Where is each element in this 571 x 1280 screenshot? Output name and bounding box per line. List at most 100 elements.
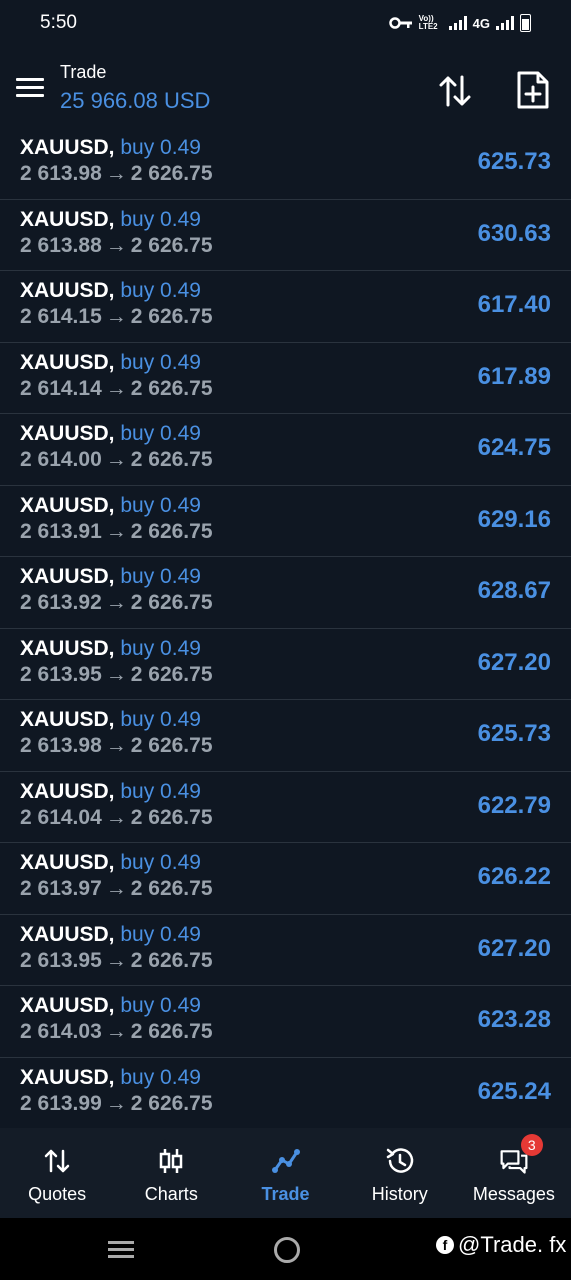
position-profit: 625.73 <box>477 720 551 747</box>
sort-icon[interactable] <box>436 72 474 110</box>
position-row[interactable]: XAUUSD, buy 0.49 2 613.97 → 2 626.75 626.22 <box>0 843 571 915</box>
arrow-right-icon: → <box>105 948 127 972</box>
position-row[interactable]: XAUUSD, buy 0.49 2 614.14 → 2 626.75 617.89 <box>0 343 571 414</box>
position-row[interactable]: XAUUSD, buy 0.49 2 614.00 → 2 626.75 624.75 <box>0 414 571 486</box>
nav-trade[interactable]: Trade <box>228 1128 342 1218</box>
arrow-right-icon: → <box>105 591 127 614</box>
position-title: XAUUSD, buy 0.49 <box>20 422 201 446</box>
position-side: buy 0.49 <box>120 565 201 588</box>
position-row[interactable]: XAUUSD, buy 0.49 2 613.95 → 2 626.75 627.20 <box>0 915 571 986</box>
open-price: 2 613.88 <box>20 233 102 257</box>
position-side: buy 0.49 <box>120 851 201 874</box>
messages-badge: 3 <box>520 1134 543 1156</box>
position-symbol: XAUUSD, <box>20 636 115 660</box>
current-price: 2 626.75 <box>130 305 213 328</box>
position-row[interactable]: XAUUSD, buy 0.49 2 614.03 → 2 626.75 623.28 <box>0 986 571 1058</box>
nav-quotes-label: Quotes <box>28 1184 87 1204</box>
position-prices: 2 614.15 → 2 626.75 <box>20 305 213 329</box>
system-nav-bar: f @Trade. fx <box>0 1218 571 1280</box>
signal-2-icon <box>496 16 514 30</box>
arrow-right-icon: → <box>105 519 127 543</box>
open-price: 2 613.95 <box>20 948 102 972</box>
position-title: XAUUSD, buy 0.49 <box>20 136 201 160</box>
position-title: XAUUSD, buy 0.49 <box>20 208 201 232</box>
position-profit: 622.79 <box>477 791 551 819</box>
position-title: XAUUSD, buy 0.49 <box>20 851 201 875</box>
open-price: 2 614.15 <box>20 305 102 328</box>
status-icons: Vo)) LTE2 4G <box>388 14 531 32</box>
facebook-icon: f <box>436 1236 454 1254</box>
position-prices: 2 613.92 → 2 626.75 <box>20 591 213 615</box>
nav-messages[interactable]: 3 Messages <box>457 1128 571 1218</box>
arrow-right-icon: → <box>105 662 127 686</box>
position-side: buy 0.49 <box>120 136 201 159</box>
open-price: 2 614.00 <box>20 448 102 471</box>
position-profit: 630.63 <box>477 219 551 247</box>
position-row[interactable]: XAUUSD, buy 0.49 2 613.95 → 2 626.75 627.20 <box>0 629 571 700</box>
position-symbol: XAUUSD, <box>20 493 115 517</box>
position-title: XAUUSD, buy 0.49 <box>20 923 201 947</box>
position-row[interactable]: XAUUSD, buy 0.49 2 613.99 → 2 626.75 625.24 <box>0 1058 571 1129</box>
home-icon[interactable] <box>274 1237 300 1263</box>
arrow-right-icon: → <box>105 162 127 185</box>
nav-trade-label: Trade <box>261 1184 310 1204</box>
position-prices: 2 613.98 → 2 626.75 <box>20 734 213 758</box>
position-symbol: XAUUSD, <box>20 708 115 731</box>
position-profit: 628.67 <box>477 577 551 604</box>
position-profit: 623.28 <box>477 1006 551 1033</box>
position-side: buy 0.49 <box>120 1065 201 1089</box>
position-prices: 2 613.95 → 2 626.75 <box>20 949 213 973</box>
open-price: 2 613.91 <box>20 519 102 543</box>
position-row[interactable]: XAUUSD, buy 0.49 2 613.92 → 2 626.75 628.67 <box>0 557 571 629</box>
position-row[interactable]: XAUUSD, buy 0.49 2 613.98 → 2 626.75 625.73 <box>0 128 571 200</box>
position-title: XAUUSD, buy 0.49 <box>20 351 201 375</box>
open-price: 2 614.03 <box>20 1020 102 1043</box>
page-title: Trade <box>60 62 107 82</box>
position-symbol: XAUUSD, <box>20 851 115 874</box>
position-row[interactable]: XAUUSD, buy 0.49 2 613.98 → 2 626.75 625.73 <box>0 700 571 772</box>
bottom-nav: Quotes Charts Trade History 3 Messages <box>0 1128 571 1218</box>
position-prices: 2 614.04 → 2 626.75 <box>20 806 213 830</box>
position-title: XAUUSD, buy 0.49 <box>20 994 201 1018</box>
arrow-right-icon: → <box>105 734 127 757</box>
current-price: 2 626.75 <box>130 162 213 185</box>
nav-charts[interactable]: Charts <box>114 1128 228 1218</box>
nav-history[interactable]: History <box>343 1128 457 1218</box>
position-symbol: XAUUSD, <box>20 1065 115 1089</box>
current-price: 2 626.75 <box>130 948 213 972</box>
current-price: 2 626.75 <box>130 519 213 543</box>
position-profit: 626.22 <box>477 863 551 890</box>
current-price: 2 626.75 <box>130 1020 213 1043</box>
position-prices: 2 613.98 → 2 626.75 <box>20 162 213 186</box>
position-row[interactable]: XAUUSD, buy 0.49 2 614.04 → 2 626.75 622.79 <box>0 772 571 843</box>
volte-label: Vo)) LTE2 <box>418 14 438 31</box>
position-profit: 617.89 <box>477 362 551 390</box>
position-symbol: XAUUSD, <box>20 565 115 588</box>
position-symbol: XAUUSD, <box>20 922 115 946</box>
position-row[interactable]: XAUUSD, buy 0.49 2 613.88 → 2 626.75 630.63 <box>0 200 571 271</box>
recent-apps-icon[interactable] <box>108 1241 134 1262</box>
key-icon <box>388 17 412 29</box>
nav-quotes[interactable]: Quotes <box>0 1128 114 1218</box>
current-price: 2 626.75 <box>130 448 213 471</box>
charts-icon <box>160 1149 183 1173</box>
nav-messages-label: Messages <box>472 1184 555 1204</box>
position-prices: 2 613.88 → 2 626.75 <box>20 234 213 258</box>
new-order-icon[interactable] <box>516 70 550 110</box>
position-symbol: XAUUSD, <box>20 350 115 374</box>
position-row[interactable]: XAUUSD, buy 0.49 2 614.15 → 2 626.75 617.40 <box>0 271 571 343</box>
position-row[interactable]: XAUUSD, buy 0.49 2 613.91 → 2 626.75 629.16 <box>0 486 571 557</box>
position-side: buy 0.49 <box>120 779 201 803</box>
trade-icon <box>271 1149 300 1173</box>
arrow-right-icon: → <box>105 305 127 328</box>
position-symbol: XAUUSD, <box>20 279 115 302</box>
position-prices: 2 614.14 → 2 626.75 <box>20 377 213 401</box>
open-price: 2 614.04 <box>20 805 102 829</box>
position-symbol: XAUUSD, <box>20 207 115 231</box>
position-prices: 2 614.03 → 2 626.75 <box>20 1020 213 1044</box>
signal-icon <box>448 16 467 30</box>
position-prices: 2 613.99 → 2 626.75 <box>20 1092 213 1116</box>
position-profit: 627.20 <box>477 934 551 962</box>
menu-icon[interactable] <box>16 78 44 98</box>
arrow-right-icon: → <box>105 233 127 257</box>
